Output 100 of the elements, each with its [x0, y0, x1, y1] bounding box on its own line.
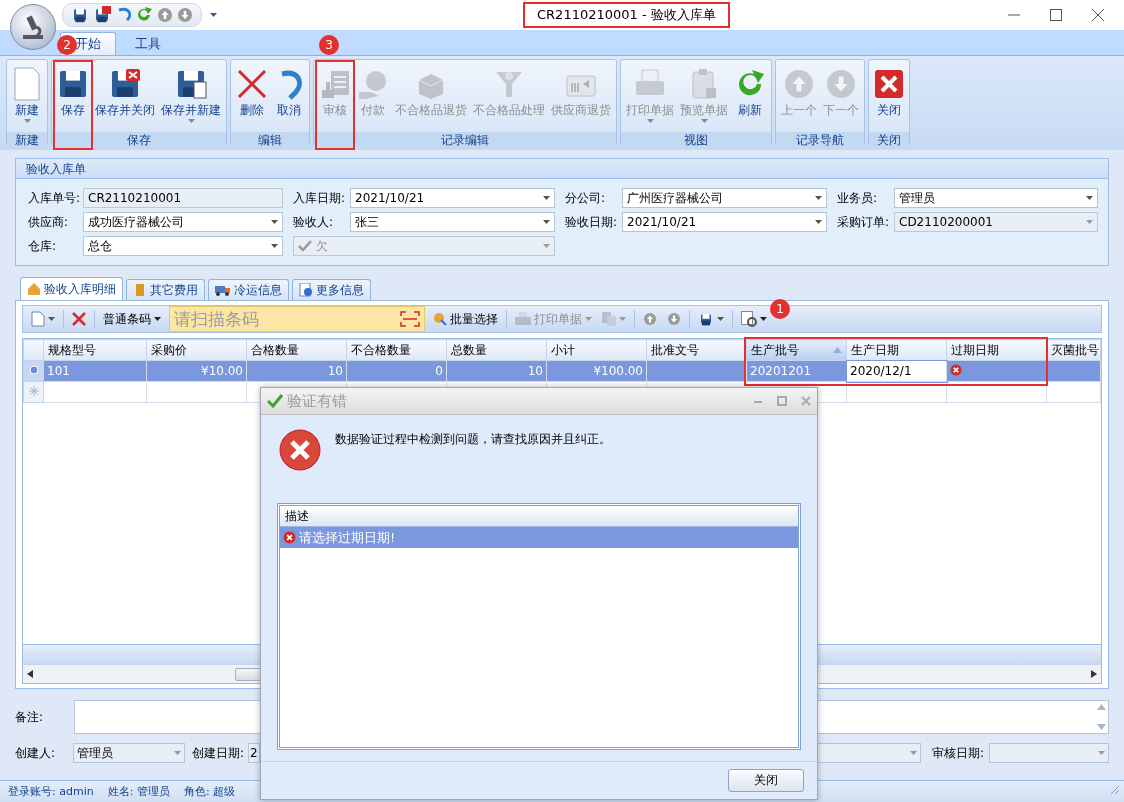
dropdown-field[interactable] — [817, 743, 921, 763]
dialog-title: 验证有错 — [287, 391, 347, 411]
column-header[interactable]: 过期日期 — [946, 339, 1047, 361]
caret-icon — [174, 751, 181, 755]
caret-icon — [543, 196, 550, 200]
caret-icon — [187, 119, 195, 123]
column-header[interactable]: 总数量 — [446, 339, 547, 361]
column-header[interactable]: 小计 — [546, 339, 647, 361]
field-label: 备注: — [15, 709, 44, 726]
barcode-field[interactable]: 请扫描条码 — [169, 306, 425, 332]
dropdown-field[interactable]: 2021/10/21 — [622, 212, 827, 232]
ribbon-tab[interactable]: 工具 — [120, 32, 176, 55]
tab[interactable]: 冷运信息 — [208, 279, 289, 300]
dropdown-field[interactable]: 管理员 — [73, 743, 185, 763]
date-field[interactable]: 2 — [248, 743, 260, 763]
ribbon-button[interactable]: 刷新 — [731, 62, 769, 132]
caret-icon — [1086, 196, 1093, 200]
tab[interactable]: 更多信息 — [292, 279, 371, 300]
field-label: 创建人: — [15, 744, 57, 762]
status-text: 登录账号: admin — [8, 784, 94, 799]
caret-icon — [910, 751, 917, 755]
close-button[interactable]: 关闭 — [728, 769, 804, 792]
up-button[interactable] — [641, 312, 659, 326]
app-logo[interactable] — [10, 4, 56, 50]
caret-icon — [1098, 751, 1105, 755]
search-button[interactable] — [739, 311, 769, 327]
printer-icon — [515, 312, 531, 326]
copy-button[interactable] — [600, 312, 628, 326]
sort-ascending-icon — [833, 347, 842, 353]
row-indicator-icon — [28, 365, 39, 375]
resize-grip-icon — [1110, 785, 1120, 795]
copy-icon — [602, 312, 616, 326]
annotation-badge: 1 — [770, 299, 790, 319]
status-text: 角色: 超级 — [183, 784, 236, 799]
dropdown-field[interactable]: 2021/10/21 — [350, 188, 555, 208]
column-header: 描述 — [280, 506, 798, 527]
caret-icon — [619, 317, 626, 321]
group-label: 视图 — [621, 132, 771, 149]
maximize-icon[interactable] — [1050, 9, 1062, 21]
info-document-icon — [299, 283, 313, 297]
field-label: 审核日期: — [932, 744, 986, 762]
field-label: 入库日期: — [292, 190, 347, 207]
up-arrow-icon — [643, 312, 657, 326]
search-icon — [741, 311, 757, 327]
delete-button[interactable] — [70, 312, 88, 326]
editing-cell[interactable]: 2020/12/1 — [846, 360, 947, 382]
column-header[interactable]: 批准文号 — [646, 339, 747, 361]
down-arrow-icon — [667, 312, 681, 326]
field-label: 验收日期: — [564, 214, 619, 231]
column-header[interactable]: 生产日期 — [846, 339, 947, 361]
error-icon — [279, 429, 321, 471]
down-button[interactable] — [665, 312, 683, 326]
dropdown-field[interactable]: 总仓 — [83, 236, 283, 256]
tab[interactable]: 验收入库明细 — [20, 277, 123, 300]
caret-icon — [646, 119, 654, 123]
status-text: 姓名: 管理员 — [107, 784, 170, 799]
ribbon-button[interactable]: 保存并新建 — [158, 62, 224, 132]
group-label: 关闭 — [869, 132, 909, 149]
save-icon — [71, 6, 89, 24]
truck-icon — [215, 284, 231, 296]
ribbon-button[interactable]: 关闭 — [871, 62, 907, 132]
column-header[interactable]: 合格数量 — [246, 339, 347, 361]
ribbon-button[interactable]: 保存并关闭 — [92, 62, 158, 132]
caret-icon — [271, 220, 278, 224]
field-label: 业务员: — [836, 190, 879, 207]
close-icon[interactable] — [1092, 9, 1104, 21]
barcode-type-dropdown[interactable]: 普通条码 — [101, 310, 163, 328]
ribbon-button[interactable]: 保存 — [54, 62, 92, 132]
ribbon-button[interactable]: 新建 — [9, 62, 45, 132]
column-header[interactable]: 生产批号 — [746, 339, 847, 361]
select-icon — [433, 312, 447, 326]
ribbon-button[interactable]: 取消 — [271, 62, 307, 132]
house-icon — [27, 282, 41, 296]
close-icon — [801, 396, 811, 406]
error-icon — [283, 531, 296, 544]
dialog-message: 数据验证过程中检测到问题，请查找原因并且纠正。 — [335, 431, 611, 448]
panel-title: 验收入库单 — [16, 159, 1108, 179]
new-row-icon — [28, 386, 39, 396]
group-label: 编辑 — [231, 132, 309, 149]
column-header[interactable]: 采购价 — [146, 339, 247, 361]
error-icon — [950, 363, 962, 376]
coins-icon — [133, 283, 147, 297]
batch-select-button[interactable]: 批量选择 — [431, 310, 500, 328]
date-field[interactable] — [989, 743, 1109, 763]
save-icon — [93, 6, 111, 24]
check-icon — [298, 240, 312, 252]
caret-icon — [815, 196, 822, 200]
ribbon-button[interactable]: 删除 — [233, 62, 271, 132]
scroll-down-icon — [1097, 724, 1106, 730]
check-icon — [267, 394, 283, 408]
new-button[interactable] — [29, 311, 57, 327]
column-header[interactable]: 灭菌批号 — [1046, 339, 1101, 361]
tab[interactable]: 其它费用 — [126, 279, 205, 300]
dropdown-field[interactable]: 广州医疗器械公司 — [622, 188, 827, 208]
refresh-icon — [135, 6, 153, 24]
column-header[interactable]: 规格型号 — [43, 339, 147, 361]
dropdown-field[interactable]: 管理员 — [894, 188, 1098, 208]
dropdown-field[interactable]: 张三 — [350, 212, 555, 232]
dropdown-field[interactable]: 成功医疗器械公司 — [83, 212, 283, 232]
column-header[interactable]: 不合格数量 — [346, 339, 447, 361]
